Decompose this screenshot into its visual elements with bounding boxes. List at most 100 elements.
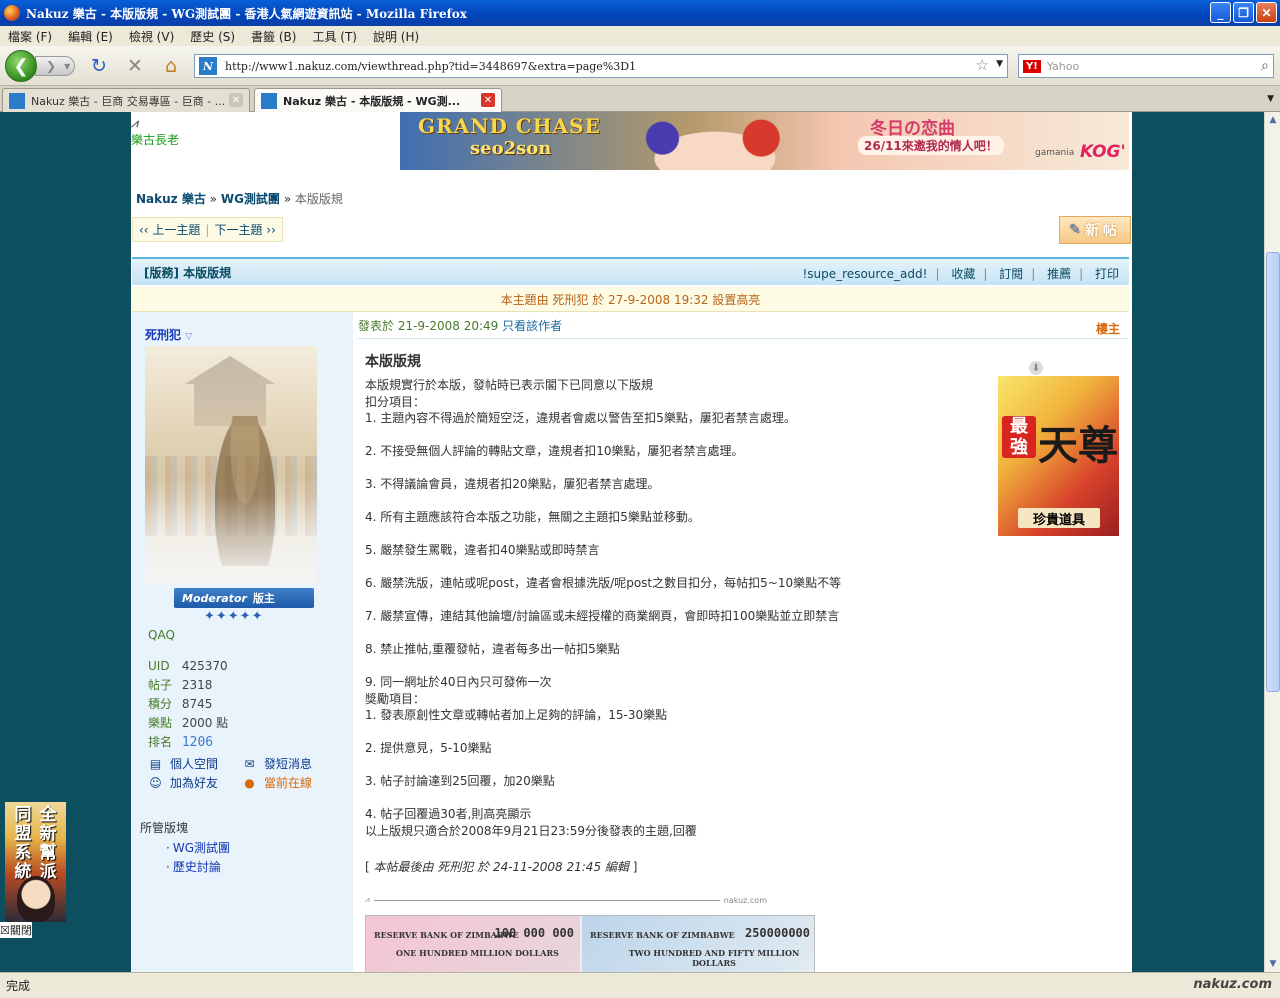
moderator-badge: Moderator 版主 xyxy=(174,588,314,608)
post-date: 發表於 21-9-2008 20:49 xyxy=(358,319,499,333)
vertical-scrollbar[interactable]: ▲ ▼ xyxy=(1264,112,1280,972)
forum-page: ⩘ 樂古長老 GRAND CHASE seo2son 冬日の恋曲 26/11來邀… xyxy=(131,112,1132,972)
banner-publisher: gamania xyxy=(1035,148,1075,158)
menu-view[interactable]: 檢視 (V) xyxy=(129,28,174,45)
author-name[interactable]: 死刑犯 ▽ xyxy=(145,326,192,343)
url-text[interactable]: http://www1.nakuz.com/viewthread.php?tid… xyxy=(225,60,636,73)
page-viewport: ⩘ 樂古長老 GRAND CHASE seo2son 冬日の恋曲 26/11來邀… xyxy=(0,112,1264,972)
thread-title: [版務] 本版版規 xyxy=(144,265,232,280)
scroll-down-icon[interactable]: ▼ xyxy=(1265,956,1280,972)
breadcrumb-forum[interactable]: WG測試團 xyxy=(221,192,280,206)
stat-points: 樂點 2000 點 xyxy=(148,714,228,733)
minimize-button[interactable]: _ xyxy=(1210,2,1231,23)
stat-value: 1206 xyxy=(181,735,214,750)
breadcrumb: Nakuz 樂古 » WG測試團 » 本版版規 xyxy=(136,190,343,207)
banknote-words: TWO HUNDRED AND FIFTY MILLION DOLLARS xyxy=(628,948,800,968)
stop-icon[interactable]: ✕ xyxy=(124,55,146,77)
forward-button[interactable]: ❯ ▼ xyxy=(35,56,75,76)
close-button[interactable]: ✕ xyxy=(1256,2,1277,23)
close-ad-link[interactable]: ☒關閉 xyxy=(0,922,32,938)
reload-icon[interactable]: ↻ xyxy=(88,55,110,77)
search-icon[interactable]: ⌕ xyxy=(1261,58,1269,74)
favorite-link[interactable]: 收藏 xyxy=(951,267,975,281)
next-thread-link[interactable]: 下一主題 ›› xyxy=(214,221,275,238)
scroll-up-icon[interactable]: ▲ xyxy=(1265,112,1280,128)
menu-help[interactable]: 說明 (H) xyxy=(373,28,419,45)
breadcrumb-current: 本版版規 xyxy=(294,192,343,206)
watermark-logo-icon: ⩘ xyxy=(365,895,370,904)
menu-edit[interactable]: 編輯 (E) xyxy=(68,28,113,45)
managed-forum-item[interactable]: · WG測試團 xyxy=(166,839,230,858)
send-message-link[interactable]: ✉ 發短消息 xyxy=(242,755,336,774)
edit-note-text: 本帖最後由 死刑犯 於 24-11-2008 21:45 編輯 xyxy=(373,860,629,874)
prev-thread-link[interactable]: ‹‹ 上一主題 xyxy=(139,221,200,238)
close-icon: ☒ xyxy=(0,924,10,937)
tab-close-icon[interactable]: ✕ xyxy=(481,93,495,107)
top-banner-ad[interactable]: GRAND CHASE seo2son 冬日の恋曲 26/11來邀我的情人吧！ … xyxy=(400,112,1129,170)
history-dropdown-icon[interactable]: ▼ xyxy=(64,62,70,71)
moderator-badge-en: Moderator xyxy=(182,591,247,605)
back-button[interactable]: ❮ xyxy=(5,50,37,82)
managed-forum-item[interactable]: · 歷史討論 xyxy=(166,858,230,877)
supe-resource-link[interactable]: !supe_resource_add! xyxy=(802,267,927,281)
author-title: QAQ xyxy=(148,628,175,642)
tab-list-icon[interactable]: ▼ xyxy=(1267,94,1274,104)
new-post-label: 新帖 xyxy=(1084,223,1121,239)
tab-jushang[interactable]: Nakuz 樂古 - 巨商 交易專區 - 巨商 - ... ✕ xyxy=(2,88,250,112)
search-bar[interactable]: Y! Yahoo ⌕ xyxy=(1018,54,1274,78)
profile-icon: ▤ xyxy=(149,757,162,771)
yahoo-search-engine-icon[interactable]: Y! xyxy=(1023,59,1041,73)
add-friend-link[interactable]: ☺ 加為好友 xyxy=(148,774,242,793)
post-image-banknotes[interactable]: RESERVE BANK OF ZIMBABWE 100 000 000 ONE… xyxy=(365,915,815,972)
menu-file[interactable]: 檔案 (F) xyxy=(8,28,52,45)
subscribe-link[interactable]: 訂閱 xyxy=(999,267,1023,281)
breadcrumb-sep: » xyxy=(209,192,217,206)
breadcrumb-home[interactable]: Nakuz 樂古 xyxy=(136,192,206,206)
new-post-button[interactable]: ✎ 新帖 xyxy=(1059,216,1131,244)
home-icon[interactable]: ⌂ xyxy=(160,55,182,77)
profile-link[interactable]: ▤ 個人空間 xyxy=(148,755,242,774)
chevron-down-icon[interactable]: ▽ xyxy=(185,332,192,342)
url-dropdown-icon[interactable]: ▼ xyxy=(996,59,1003,69)
menu-bookmarks[interactable]: 書籤 (B) xyxy=(251,28,296,45)
tab-favicon-icon xyxy=(261,92,277,109)
post-meta: 發表於 21-9-2008 20:49 只看該作者 樓主 xyxy=(358,317,1128,339)
scrollbar-thumb[interactable] xyxy=(1266,252,1280,692)
nakuz-logo-icon: ⩘ xyxy=(131,116,138,130)
side-ad-image[interactable]: 最強 天尊 珍貴道具 xyxy=(998,376,1119,536)
download-arrow-icon[interactable]: ⬇ xyxy=(1029,361,1043,375)
floating-ad[interactable]: 同盟系統 全新幫派 xyxy=(5,802,66,922)
site-logo[interactable]: ⩘ 樂古長老 xyxy=(131,116,179,148)
menu-tools[interactable]: 工具 (T) xyxy=(312,28,357,45)
divider: | xyxy=(205,222,210,237)
banknote-100m: RESERVE BANK OF ZIMBABWE 100 000 000 ONE… xyxy=(366,916,580,972)
add-friend-icon: ☺ xyxy=(149,776,162,790)
tab-rules[interactable]: Nakuz 樂古 - 本版版規 - WG測... ✕ xyxy=(254,88,502,112)
banner-game-title: GRAND CHASE xyxy=(418,114,601,138)
stat-value: 8745 xyxy=(181,697,213,711)
recommend-link[interactable]: 推薦 xyxy=(1047,267,1071,281)
banner-developer: KOG' xyxy=(1080,142,1126,162)
search-input[interactable]: Yahoo xyxy=(1047,60,1079,73)
thread-actions: !supe_resource_add! | 收藏 | 訂閱 | 推薦 | 打印 xyxy=(802,267,1119,281)
menu-history[interactable]: 歷史 (S) xyxy=(190,28,235,45)
managed-forums-title: 所管版塊 xyxy=(140,821,189,835)
banknote-words: ONE HUNDRED MILLION DOLLARS xyxy=(396,948,559,958)
print-link[interactable]: 打印 xyxy=(1095,267,1119,281)
stat-label: 樂點 xyxy=(148,716,173,730)
post-title: 本版版規 xyxy=(365,354,421,370)
tab-close-icon[interactable]: ✕ xyxy=(229,93,243,107)
address-bar[interactable]: N http://www1.nakuz.com/viewthread.php?t… xyxy=(194,54,1008,78)
firefox-icon xyxy=(4,5,20,21)
online-icon: ● xyxy=(244,776,255,790)
only-author-link[interactable]: 只看該作者 xyxy=(502,319,562,333)
banknote-250m: RESERVE BANK OF ZIMBABWE 250000000 TWO H… xyxy=(582,916,814,972)
window-title: Nakuz 樂古 - 本版版規 - WG測試團 - 香港人氣網遊資訊站 - Mo… xyxy=(26,6,467,21)
banner-characters-image xyxy=(610,112,820,170)
bookmark-star-icon[interactable]: ☆ xyxy=(976,56,989,74)
stat-credits: 積分 8745 xyxy=(148,695,228,714)
site-logo-text: 樂古長老 xyxy=(131,133,180,147)
author-name-text: 死刑犯 xyxy=(145,328,182,342)
stat-value: 2318 xyxy=(181,678,213,692)
maximize-button[interactable]: ❐ xyxy=(1233,2,1254,23)
